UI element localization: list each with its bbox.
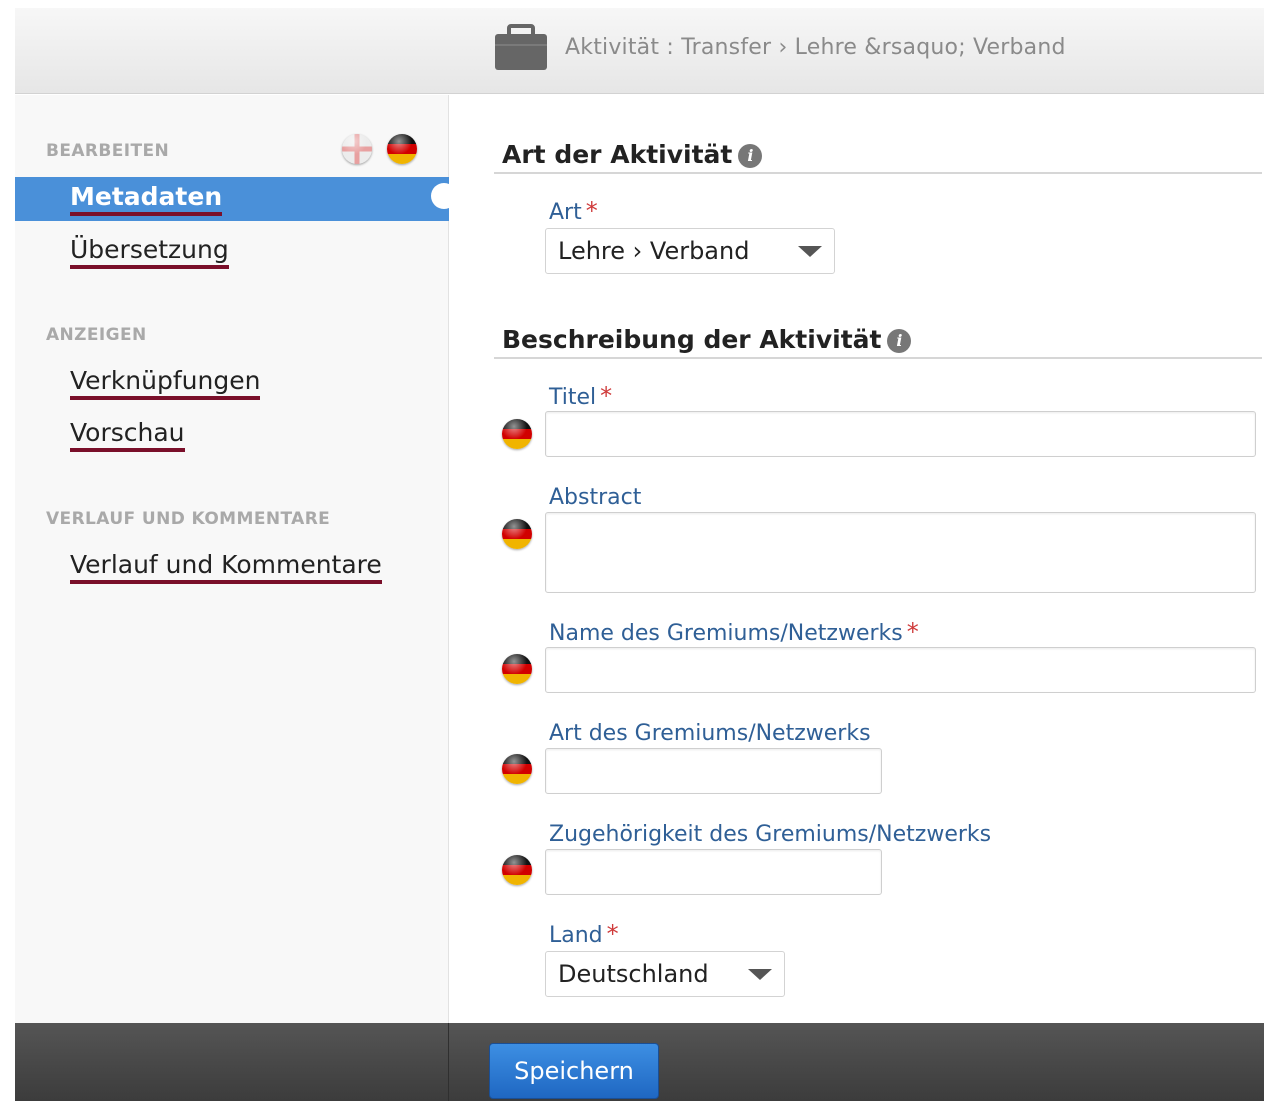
gremium-zugehoerigkeit-label-text: Zugehörigkeit des Gremiums/Netzwerks bbox=[549, 822, 992, 847]
required-icon: * bbox=[606, 920, 619, 948]
required-icon: * bbox=[585, 197, 598, 225]
sidebar-item-label: Metadaten bbox=[70, 183, 223, 216]
art-select[interactable]: Lehre › Verband bbox=[545, 228, 835, 274]
art-label: Art * bbox=[549, 197, 598, 225]
gremium-name-label: Name des Gremiums/Netzwerks * bbox=[549, 618, 919, 646]
sidebar-item-vorschau[interactable]: Vorschau bbox=[15, 413, 449, 457]
info-icon[interactable]: i bbox=[738, 144, 763, 168]
main-form: Art der Aktivität i Art * Lehre › Verband … bbox=[450, 95, 1264, 1023]
save-button[interactable]: Speichern bbox=[489, 1043, 659, 1099]
land-select-value: Deutschland bbox=[558, 960, 709, 988]
sidebar-heading-history: VERLAUF UND KOMMENTARE bbox=[46, 509, 331, 529]
land-select[interactable]: Deutschland bbox=[545, 951, 785, 997]
sidebar-item-uebersetzung[interactable]: Übersetzung bbox=[15, 230, 449, 274]
sidebar: BEARBEITEN Metadaten Übersetzung ANZEIGE… bbox=[15, 95, 457, 1023]
sidebar-heading-edit: BEARBEITEN bbox=[46, 141, 170, 161]
sidebar-item-label: Verknüpfungen bbox=[70, 367, 261, 400]
info-icon[interactable]: i bbox=[887, 329, 912, 353]
abstract-label-text: Abstract bbox=[549, 485, 642, 510]
titel-input[interactable] bbox=[545, 411, 1256, 457]
gremium-art-label-text: Art des Gremiums/Netzwerks bbox=[549, 721, 871, 746]
section-title-description: Beschreibung der Aktivität i bbox=[502, 325, 912, 354]
de-flag-icon bbox=[502, 754, 532, 784]
sidebar-footer bbox=[15, 1023, 448, 1101]
abstract-textarea[interactable] bbox=[545, 512, 1256, 593]
titel-label: Titel * bbox=[549, 382, 612, 410]
abstract-label: Abstract bbox=[549, 482, 645, 510]
action-bar: Speichern bbox=[448, 1023, 1264, 1101]
sidebar-item-label: Übersetzung bbox=[70, 236, 229, 269]
page-header: Aktivität : Transfer › Lehre &rsaquo; Ve… bbox=[15, 8, 1264, 94]
uk-flag-icon[interactable] bbox=[342, 134, 372, 164]
briefcase-icon bbox=[495, 24, 547, 70]
required-icon: * bbox=[600, 382, 613, 410]
sidebar-heading-view: ANZEIGEN bbox=[46, 325, 147, 345]
sidebar-item-metadaten[interactable]: Metadaten bbox=[15, 177, 457, 221]
page-title: Aktivität : Transfer › Lehre &rsaquo; Ve… bbox=[565, 35, 1066, 60]
gremium-zugehoerigkeit-label: Zugehörigkeit des Gremiums/Netzwerks bbox=[549, 819, 995, 847]
chevron-down-icon bbox=[748, 969, 772, 980]
de-flag-icon bbox=[502, 519, 532, 549]
sidebar-item-verknuepfungen[interactable]: Verknüpfungen bbox=[15, 361, 449, 405]
art-select-value: Lehre › Verband bbox=[558, 237, 750, 265]
gremium-art-input[interactable] bbox=[545, 748, 882, 794]
gremium-zugehoerigkeit-input[interactable] bbox=[545, 849, 882, 895]
chevron-down-icon bbox=[798, 246, 822, 257]
land-label: Land * bbox=[549, 920, 619, 948]
sidebar-item-label: Vorschau bbox=[70, 419, 185, 452]
titel-label-text: Titel bbox=[549, 385, 597, 410]
art-label-text: Art bbox=[549, 200, 582, 225]
required-icon: * bbox=[906, 618, 919, 646]
section-title-text: Beschreibung der Aktivität bbox=[502, 325, 882, 354]
gremium-name-label-text: Name des Gremiums/Netzwerks bbox=[549, 621, 903, 646]
divider bbox=[494, 172, 1262, 174]
de-flag-icon bbox=[502, 419, 532, 449]
de-flag-icon bbox=[502, 654, 532, 684]
gremium-art-label: Art des Gremiums/Netzwerks bbox=[549, 718, 875, 746]
de-flag-icon bbox=[502, 855, 532, 885]
section-title-type: Art der Aktivität i bbox=[502, 140, 763, 169]
land-label-text: Land bbox=[549, 923, 603, 948]
gremium-name-input[interactable] bbox=[545, 647, 1256, 693]
sidebar-item-label: Verlauf und Kommentare bbox=[70, 551, 382, 584]
section-title-text: Art der Aktivität bbox=[502, 140, 733, 169]
divider bbox=[494, 357, 1262, 359]
sidebar-item-verlauf[interactable]: Verlauf und Kommentare bbox=[15, 545, 449, 589]
de-flag-icon[interactable] bbox=[387, 134, 417, 164]
